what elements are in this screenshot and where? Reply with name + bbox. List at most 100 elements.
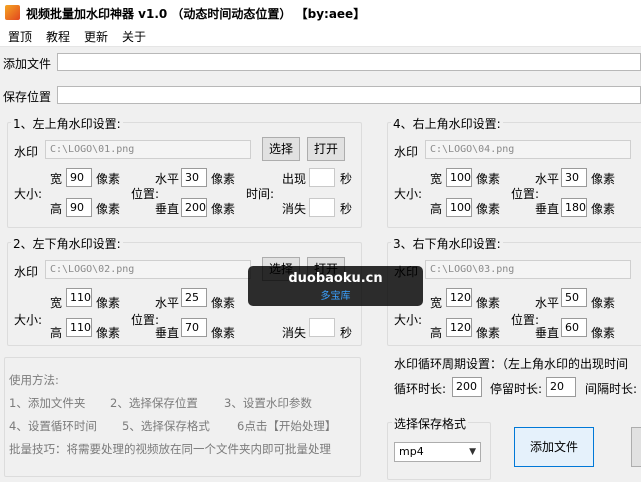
px-label: 像素	[211, 326, 236, 340]
horizontal-label: 水平	[155, 172, 180, 186]
top-left-choose-button[interactable]: 选择	[262, 137, 300, 161]
format-selected-value: mp4	[399, 445, 424, 458]
top-right-panel-title: 4、右上角水印设置:	[391, 115, 503, 132]
seconds-label: 秒	[340, 326, 353, 340]
usage-step-1: 1、添加文件夹	[9, 396, 86, 410]
top-right-path-input[interactable]: C:\LOGO\04.png	[425, 140, 631, 159]
usage-step-6: 6点击【开始处理】	[237, 419, 337, 433]
usage-tip: 批量技巧：将需要处理的视频放在同一个文件夹内即可批量处理	[9, 442, 331, 456]
menu-item-pin[interactable]: 置顶	[8, 28, 32, 45]
format-label: 选择保存格式	[392, 415, 469, 432]
top-right-h-input[interactable]: 30	[561, 168, 587, 187]
top-left-height-input[interactable]: 90	[66, 198, 92, 217]
bottom-left-width-input[interactable]: 110	[66, 288, 92, 307]
height-label: 高	[430, 326, 443, 340]
horizontal-label: 水平	[535, 172, 560, 186]
seconds-label: 秒	[340, 202, 353, 216]
menu-item-tutorial[interactable]: 教程	[46, 28, 70, 45]
px-label: 像素	[96, 202, 121, 216]
width-label: 宽	[50, 172, 63, 186]
px-label: 像素	[211, 296, 236, 310]
save-location-label: 保存位置	[3, 90, 52, 104]
top-left-disappear-input[interactable]	[309, 198, 335, 217]
px-label: 像素	[591, 296, 616, 310]
seconds-label: 秒	[340, 172, 353, 186]
top-left-panel-title: 1、左上角水印设置:	[11, 115, 123, 132]
top-left-v-input[interactable]: 200	[181, 198, 207, 217]
watermark-site-text: duobaoku.cn	[288, 271, 383, 286]
bottom-left-h-input[interactable]: 25	[181, 288, 207, 307]
bottom-left-panel-title: 2、左下角水印设置:	[11, 235, 123, 252]
top-left-open-button[interactable]: 打开	[307, 137, 345, 161]
px-label: 像素	[591, 172, 616, 186]
px-label: 像素	[96, 172, 121, 186]
add-files-input[interactable]	[57, 53, 641, 71]
stay-duration-input[interactable]: 20	[546, 377, 576, 397]
top-left-path-input[interactable]: C:\LOGO\01.png	[45, 140, 251, 159]
width-label: 宽	[430, 172, 443, 186]
px-label: 像素	[591, 326, 616, 340]
bottom-right-panel-title: 3、右下角水印设置:	[391, 235, 503, 252]
bottom-left-v-input[interactable]: 70	[181, 318, 207, 337]
title-bar: 视频批量加水印神器 v1.0 （动态时间动态位置） 【by:aee】	[0, 0, 641, 26]
bottom-left-path-input[interactable]: C:\LOGO\02.png	[45, 260, 251, 279]
top-right-v-input[interactable]: 180	[561, 198, 587, 217]
px-label: 像素	[96, 326, 121, 340]
size-label: 大小:	[14, 187, 43, 201]
bottom-left-height-input[interactable]: 110	[66, 318, 92, 337]
loop-duration-input[interactable]: 200	[452, 377, 482, 397]
menu-bar: 置顶 教程 更新 关于	[0, 26, 641, 47]
vertical-label: 垂直	[535, 326, 560, 340]
watermark-label: 水印	[14, 265, 39, 279]
horizontal-label: 水平	[155, 296, 180, 310]
menu-item-about[interactable]: 关于	[122, 28, 146, 45]
disappear-label: 消失	[282, 326, 307, 340]
height-label: 高	[430, 202, 443, 216]
top-left-appear-input[interactable]	[309, 168, 335, 187]
px-label: 像素	[211, 172, 236, 186]
px-label: 像素	[211, 202, 236, 216]
usage-step-5: 5、选择保存格式	[122, 419, 210, 433]
px-label: 像素	[476, 296, 501, 310]
bottom-right-h-input[interactable]: 50	[561, 288, 587, 307]
px-label: 像素	[96, 296, 121, 310]
watermark-label: 水印	[14, 145, 39, 159]
width-label: 宽	[430, 296, 443, 310]
cycle-title: 水印循环周期设置：（左上角水印的出现时间	[394, 357, 629, 371]
top-right-width-input[interactable]: 100	[446, 168, 472, 187]
vertical-label: 垂直	[155, 326, 180, 340]
size-label: 大小:	[394, 313, 423, 327]
menu-item-update[interactable]: 更新	[84, 28, 108, 45]
chevron-down-icon: ▼	[469, 447, 476, 457]
disappear-label: 消失	[282, 202, 307, 216]
width-label: 宽	[50, 296, 63, 310]
loop-duration-label: 循环时长:	[394, 382, 447, 396]
bottom-right-height-input[interactable]: 120	[446, 318, 472, 337]
site-watermark-overlay: duobaoku.cn 多宝库	[248, 266, 423, 306]
px-label: 像素	[476, 202, 501, 216]
top-right-height-input[interactable]: 100	[446, 198, 472, 217]
watermark-label: 水印	[394, 145, 419, 159]
interval-duration-label: 间隔时长:	[585, 382, 638, 396]
horizontal-label: 水平	[535, 296, 560, 310]
watermark-name-text: 多宝库	[320, 291, 351, 302]
top-left-width-input[interactable]: 90	[66, 168, 92, 187]
window-title: 视频批量加水印神器 v1.0 （动态时间动态位置） 【by:aee】	[26, 7, 366, 21]
height-label: 高	[50, 326, 63, 340]
vertical-label: 垂直	[155, 202, 180, 216]
save-location-input[interactable]	[57, 86, 641, 104]
size-label: 大小:	[14, 313, 43, 327]
vertical-label: 垂直	[535, 202, 560, 216]
bottom-right-v-input[interactable]: 60	[561, 318, 587, 337]
appear-label: 出现	[282, 172, 307, 186]
px-label: 像素	[476, 172, 501, 186]
start-button-partial[interactable]	[631, 427, 641, 467]
bottom-right-width-input[interactable]: 120	[446, 288, 472, 307]
bottom-left-disappear-input[interactable]	[309, 318, 335, 337]
usage-step-2: 2、选择保存位置	[110, 396, 198, 410]
top-left-h-input[interactable]: 30	[181, 168, 207, 187]
add-file-button[interactable]: 添加文件	[514, 427, 594, 467]
format-select[interactable]: mp4 ▼	[394, 442, 481, 462]
usage-step-3: 3、设置水印参数	[224, 396, 312, 410]
bottom-right-path-input[interactable]: C:\LOGO\03.png	[425, 260, 631, 279]
